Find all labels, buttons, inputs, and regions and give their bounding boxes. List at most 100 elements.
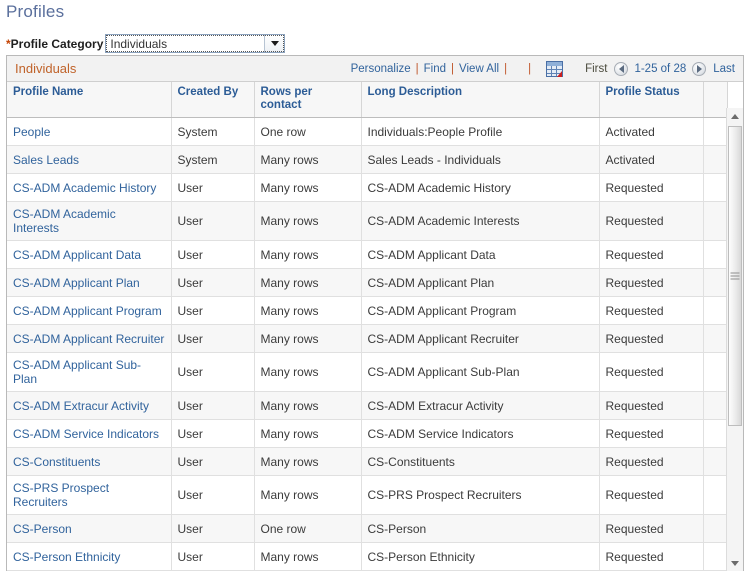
profile-name-link[interactable]: CS-ADM Applicant Data [13, 248, 141, 262]
table-row: Sales Leads System Many rows Sales Leads - … [7, 145, 728, 174]
first-page-link[interactable]: First [585, 63, 607, 75]
grid-table-viewport: Profile Name Created By Rows per contact… [7, 82, 743, 571]
cell-rows-per-contact: Many rows [254, 268, 362, 297]
cell-rows-per-contact: Many rows [254, 352, 362, 392]
profile-name-link[interactable]: CS-Person Ethnicity [13, 550, 120, 564]
column-header-long-description[interactable]: Long Description [361, 82, 600, 118]
profile-category-label: *Profile Category [6, 37, 103, 51]
profile-name-link[interactable]: CS-ADM Applicant Plan [13, 276, 140, 290]
profile-name-link[interactable]: CS-ADM Academic History [13, 181, 156, 195]
cell-profile-name: Sales Leads [7, 145, 172, 174]
cell-created-by: User [171, 352, 255, 392]
toolbar-separator: | [504, 62, 508, 75]
profile-category-select[interactable]: Individuals [105, 34, 286, 53]
cell-profile-name: CS-ADM Applicant Plan [7, 268, 172, 297]
cell-profile-name: CS-Constituents [7, 447, 172, 476]
profile-name-link[interactable]: CS-ADM Applicant Recruiter [13, 332, 164, 346]
cell-rows-per-contact: Many rows [254, 447, 362, 476]
cell-long-description: CS-Person Ethnicity [361, 542, 600, 571]
grid-toolbar: Personalize | Find | View All | | First … [351, 60, 743, 77]
cell-profile-name: CS-ADM Service Indicators [7, 419, 172, 448]
cell-long-description: CS-Constituents [361, 447, 600, 476]
cell-created-by: User [171, 447, 255, 476]
table-row: CS-ADM Applicant Sub-Plan User Many rows CS… [7, 352, 728, 392]
profile-name-link[interactable]: Sales Leads [13, 153, 79, 167]
chevron-down-icon[interactable] [264, 35, 285, 52]
profile-name-link[interactable]: CS-ADM Applicant Sub-Plan [13, 358, 141, 386]
cell-profile-name: CS-ADM Applicant Data [7, 240, 172, 269]
cell-rows-per-contact: Many rows [254, 145, 362, 174]
profile-name-link[interactable]: CS-Constituents [13, 455, 100, 469]
profile-name-link[interactable]: CS-ADM Service Indicators [13, 427, 159, 441]
cell-long-description: CS-Person [361, 514, 600, 543]
cell-long-description: Sales Leads - Individuals [361, 145, 600, 174]
cell-created-by: User [171, 240, 255, 269]
cell-spacer [703, 352, 728, 392]
profile-name-link[interactable]: CS-ADM Extracur Activity [13, 399, 149, 413]
scroll-up-icon[interactable] [727, 108, 743, 124]
cell-spacer [703, 145, 728, 174]
grid-title: Individuals [15, 61, 77, 76]
cell-profile-status: Requested [599, 514, 704, 543]
cell-long-description: Individuals:People Profile [361, 117, 600, 146]
find-link[interactable]: Find [424, 63, 446, 75]
vertical-scrollbar[interactable] [726, 108, 743, 571]
cell-rows-per-contact: Many rows [254, 475, 362, 515]
next-page-icon[interactable] [692, 61, 707, 76]
column-header-created-by[interactable]: Created By [171, 82, 255, 118]
table-row: CS-Person Ethnicity User Many rows CS-Perso… [7, 542, 728, 571]
cell-profile-name: CS-Person Ethnicity [7, 542, 172, 571]
personalize-link[interactable]: Personalize [351, 63, 411, 75]
last-page-link[interactable]: Last [713, 63, 735, 75]
previous-page-icon[interactable] [614, 61, 629, 76]
table-row: CS-Constituents User Many rows CS-Constitue… [7, 447, 728, 476]
cell-profile-name: People [7, 117, 172, 146]
cell-long-description: CS-ADM Service Indicators [361, 419, 600, 448]
cell-created-by: User [171, 419, 255, 448]
spreadsheet-download-icon[interactable] [546, 60, 564, 77]
cell-profile-name: CS-Person [7, 514, 172, 543]
grid-pager: First 1-25 of 28 Last [585, 61, 735, 76]
profile-name-link[interactable]: CS-PRS Prospect Recruiters [13, 481, 109, 509]
scroll-down-icon[interactable] [727, 555, 743, 571]
profile-name-link[interactable]: CS-Person [13, 522, 72, 536]
cell-spacer [703, 391, 728, 420]
table-row: CS-ADM Applicant Program User Many rows CS-… [7, 296, 728, 325]
page-range-label: 1-25 of 28 [634, 62, 687, 75]
cell-spacer [703, 324, 728, 353]
cell-spacer [703, 240, 728, 269]
cell-created-by: User [171, 475, 255, 515]
cell-rows-per-contact: Many rows [254, 324, 362, 353]
column-header-profile-status[interactable]: Profile Status [599, 82, 704, 118]
table-row: CS-PRS Prospect Recruiters User Many rows C… [7, 475, 728, 515]
cell-long-description: CS-PRS Prospect Recruiters [361, 475, 600, 515]
scrollbar-thumb[interactable] [728, 126, 742, 426]
profiles-table: Profile Name Created By Rows per contact… [7, 82, 728, 571]
page-title: Profiles [6, 2, 65, 21]
cell-long-description: CS-ADM Academic Interests [361, 201, 600, 241]
table-row: CS-ADM Academic Interests User Many rows CS… [7, 201, 728, 241]
view-all-link[interactable]: View All [459, 63, 499, 75]
table-row: CS-Person User One row CS-Person Requested [7, 514, 728, 543]
cell-rows-per-contact: Many rows [254, 419, 362, 448]
toolbar-separator: | [415, 62, 419, 75]
cell-created-by: User [171, 268, 255, 297]
cell-profile-status: Requested [599, 268, 704, 297]
profile-name-link[interactable]: People [13, 125, 50, 139]
profile-name-link[interactable]: CS-ADM Academic Interests [13, 207, 116, 235]
column-header-profile-name[interactable]: Profile Name [7, 82, 172, 118]
cell-spacer [703, 475, 728, 515]
cell-spacer [703, 514, 728, 543]
cell-profile-status: Requested [599, 475, 704, 515]
profiles-page: Profiles *Profile Category Individuals I… [0, 0, 750, 575]
cell-spacer [703, 296, 728, 325]
column-header-rows-per-contact[interactable]: Rows per contact [254, 82, 362, 118]
cell-rows-per-contact: One row [254, 117, 362, 146]
cell-profile-name: CS-PRS Prospect Recruiters [7, 475, 172, 515]
cell-created-by: User [171, 391, 255, 420]
table-body: People System One row Individuals:People Pr… [7, 117, 728, 571]
cell-long-description: CS-ADM Applicant Recruiter [361, 324, 600, 353]
cell-rows-per-contact: Many rows [254, 173, 362, 202]
cell-rows-per-contact: Many rows [254, 542, 362, 571]
profile-name-link[interactable]: CS-ADM Applicant Program [13, 304, 162, 318]
